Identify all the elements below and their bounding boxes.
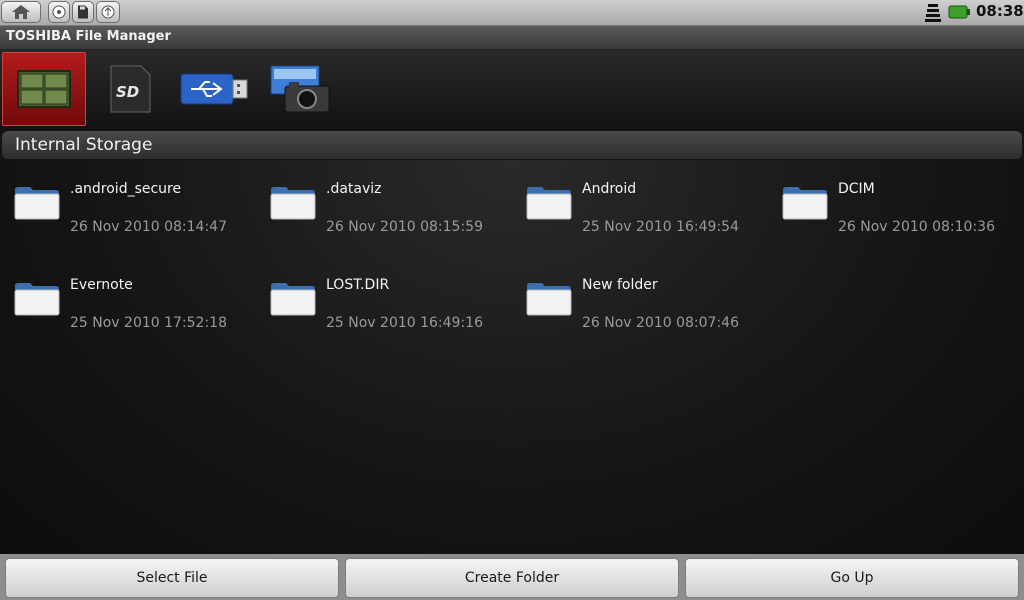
folder-icon [270, 283, 316, 316]
folder-item[interactable]: Android 25 Nov 2010 16:49:54 [512, 160, 768, 240]
tab-usb-storage[interactable] [172, 52, 256, 126]
usb-debug-icon [52, 5, 66, 19]
folder-name: .dataviz [326, 181, 382, 197]
folder-date: 26 Nov 2010 08:07:46 [582, 315, 739, 331]
folder-date: 26 Nov 2010 08:10:36 [838, 219, 995, 235]
section-title: Internal Storage [15, 135, 153, 155]
folder-icon [270, 187, 316, 220]
folder-name: Android [582, 181, 637, 197]
folder-name: .android_secure [70, 181, 182, 197]
folder-icon [14, 283, 60, 316]
folder-date: 26 Nov 2010 08:14:47 [70, 219, 227, 235]
folder-date: 26 Nov 2010 08:15:59 [326, 219, 483, 235]
app-title: TOSHIBA File Manager [6, 29, 171, 44]
usb-connected-notification[interactable] [96, 1, 120, 23]
usb-connected-icon [101, 5, 115, 19]
camera-icon [270, 65, 330, 113]
folder-icon [782, 187, 828, 220]
folder-name: LOST.DIR [326, 277, 390, 293]
svg-text:SD: SD [116, 83, 139, 101]
wifi-signal-icon [925, 4, 941, 22]
home-icon [12, 5, 30, 19]
folder-icon [526, 187, 572, 220]
tab-internal-storage[interactable] [2, 52, 86, 126]
sd-card-icon [78, 5, 88, 19]
storage-tab-strip: SD [0, 50, 1024, 130]
create-folder-button[interactable]: Create Folder [345, 558, 679, 598]
select-file-button[interactable]: Select File [5, 558, 339, 598]
go-up-button[interactable]: Go Up [685, 558, 1019, 598]
sd-card-icon: SD [110, 65, 151, 113]
memory-chip-icon [17, 70, 71, 108]
section-header: Internal Storage [2, 131, 1022, 159]
folder-icon [526, 283, 572, 316]
folder-name: New folder [582, 277, 658, 293]
folder-item[interactable]: LOST.DIR 25 Nov 2010 16:49:16 [256, 256, 512, 336]
folder-item[interactable]: Evernote 25 Nov 2010 17:52:18 [0, 256, 256, 336]
bottom-action-bar: Select File Create Folder Go Up [0, 554, 1024, 600]
sd-card-notification[interactable] [72, 1, 94, 23]
folder-item[interactable]: .dataviz 26 Nov 2010 08:15:59 [256, 160, 512, 240]
battery-icon [948, 5, 970, 19]
folder-name: Evernote [70, 277, 133, 293]
tab-sd-card[interactable]: SD [88, 52, 172, 126]
folder-item[interactable]: .android_secure 26 Nov 2010 08:14:47 [0, 160, 256, 240]
folder-date: 25 Nov 2010 16:49:54 [582, 219, 739, 235]
usb-drive-icon [180, 73, 248, 105]
folder-item[interactable]: New folder 26 Nov 2010 08:07:46 [512, 256, 768, 336]
folder-icon [14, 187, 60, 220]
folder-date: 25 Nov 2010 17:52:18 [70, 315, 227, 331]
usb-debug-notification[interactable] [48, 1, 70, 23]
home-button[interactable] [1, 1, 41, 23]
clock: 08:38 [976, 2, 1024, 20]
status-bar: 08:38 [0, 0, 1024, 26]
folder-item[interactable]: DCIM 26 Nov 2010 08:10:36 [768, 160, 1024, 240]
app-title-bar: TOSHIBA File Manager [0, 26, 1024, 50]
folder-date: 25 Nov 2010 16:49:16 [326, 315, 483, 331]
folder-name: DCIM [838, 181, 875, 197]
tab-camera-storage[interactable] [258, 52, 342, 126]
file-grid: .android_secure 26 Nov 2010 08:14:47 .da… [0, 160, 1024, 554]
